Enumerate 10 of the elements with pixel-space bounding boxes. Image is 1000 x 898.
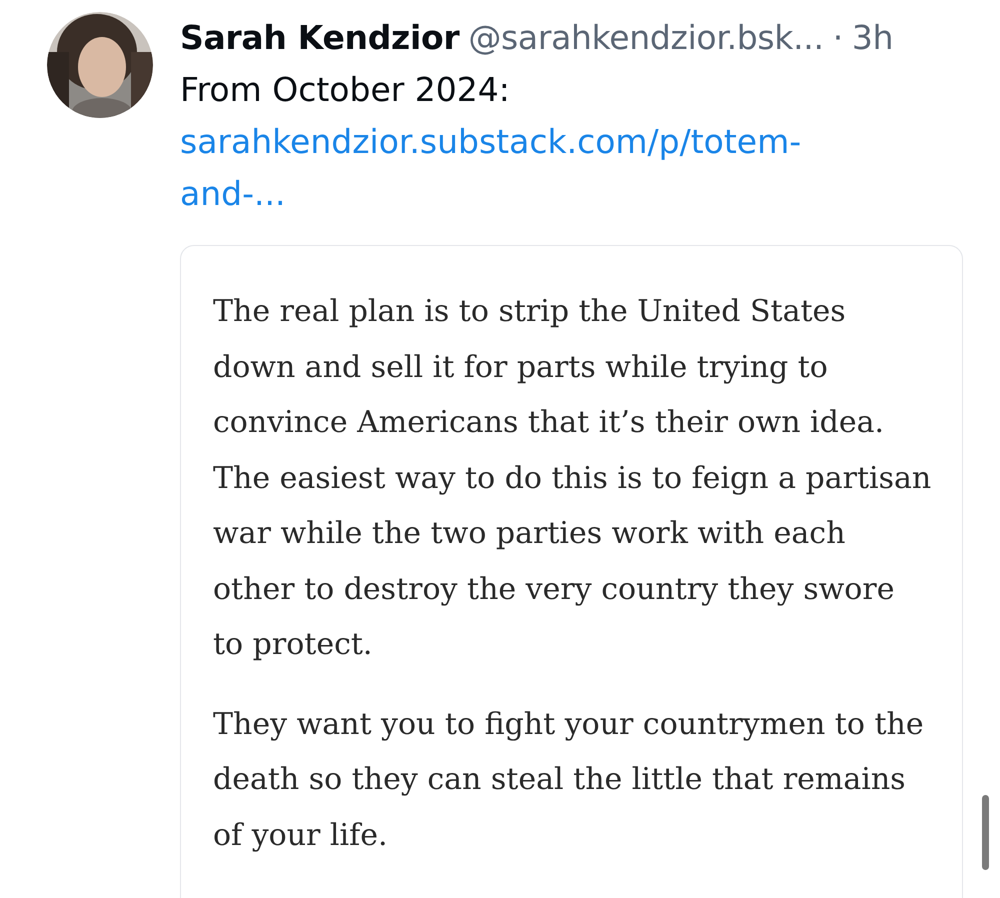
post-link[interactable]: sarahkendzior.substack.com/p/totem-and-... (180, 116, 840, 220)
quote-paragraph: The real plan is to strip the United States down and sell it for parts while trying to convince Americans that it’s their own idea. The easiest way to do this is to feign a partisan war while the two parties work with each other to destroy the very country they swore to protect. (213, 293, 932, 664)
separator-dot: · (832, 17, 843, 59)
post-time[interactable]: 3h (852, 12, 894, 64)
quote-paragraph: They want you to fight your countrymen to the death so they can steal the little that remains of your life. (213, 706, 925, 854)
author-name[interactable]: Sarah Kendzior (180, 12, 460, 64)
quote-card[interactable] (180, 245, 963, 898)
post-text: From October 2024: (180, 69, 511, 111)
author-handle[interactable]: @sarahkendzior.bsk... (468, 12, 824, 64)
scrollbar[interactable] (982, 795, 989, 870)
